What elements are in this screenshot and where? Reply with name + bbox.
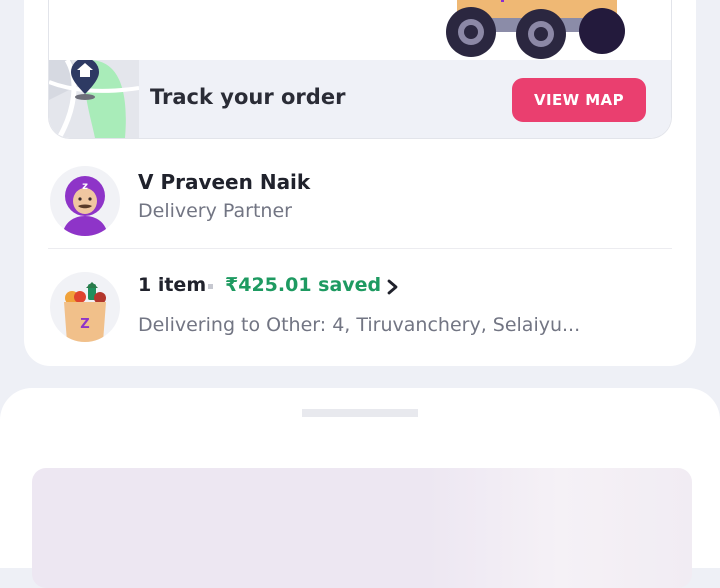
savings-amount: ₹425.01 saved [225, 274, 382, 296]
tracking-card: Track your order VIEW MAP [48, 0, 672, 139]
partner-name: V Praveen Naik [138, 170, 311, 194]
track-order-row: Track your order VIEW MAP [49, 60, 671, 138]
grocery-bag-icon: Z [64, 282, 106, 342]
sheet-placeholder-card [32, 468, 692, 588]
map-pin-home-icon [49, 60, 139, 138]
order-items-row[interactable]: Z 1 item ₹425.01 saved Delivering to Oth… [48, 270, 672, 350]
sheet-drag-handle[interactable] [302, 409, 418, 417]
delivery-truck-icon [446, 0, 625, 59]
delivery-partner-avatar: z [62, 176, 108, 236]
item-count: 1 item [138, 274, 207, 296]
view-map-button[interactable]: VIEW MAP [512, 78, 646, 122]
bag-avatar: Z [50, 272, 120, 342]
truck-illustration-area [49, 0, 671, 60]
separator-dot [208, 284, 213, 289]
chevron-right-icon[interactable] [383, 274, 403, 300]
delivery-partner-row[interactable]: z V Praveen Naik Delivery Partner [48, 164, 672, 249]
bottom-sheet [0, 388, 720, 588]
delivery-address: Delivering to Other: 4, Tiruvanchery, Se… [138, 314, 581, 336]
partner-role: Delivery Partner [138, 200, 292, 222]
svg-text:z: z [82, 181, 88, 192]
svg-text:Z: Z [80, 317, 89, 332]
avatar: z [50, 166, 120, 236]
track-order-label: Track your order [150, 85, 346, 109]
